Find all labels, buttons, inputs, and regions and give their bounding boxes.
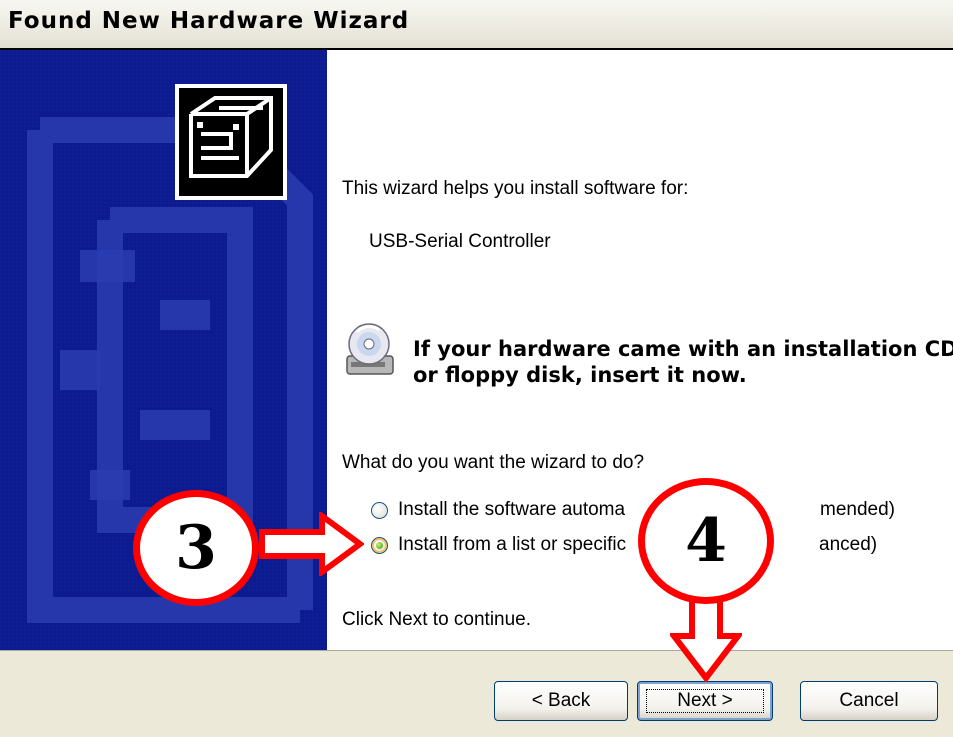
cancel-button[interactable]: Cancel	[800, 681, 938, 721]
option-install-automatically-label: Install the software automa	[398, 499, 626, 520]
device-name: USB-Serial Controller	[369, 231, 551, 252]
step-3-arrow-icon	[259, 512, 364, 576]
wizard-content: This wizard helps you install software f…	[327, 50, 953, 650]
option-install-from-list-label: Install from a list or specific	[398, 534, 627, 555]
wizard-question: What do you want the wizard to do?	[342, 452, 645, 473]
intro-text: This wizard helps you install software f…	[342, 178, 689, 199]
step-4-number: 4	[685, 506, 727, 576]
option-install-from-list-label-tail: anced)	[819, 534, 878, 555]
cd-note-line1: If your hardware came with an installati…	[413, 337, 953, 361]
window-title: Found New Hardware Wizard	[8, 8, 410, 34]
cd-note-line2: or floppy disk, insert it now.	[413, 363, 747, 387]
hardware-box-icon	[175, 84, 287, 200]
step-3-number: 3	[175, 513, 217, 583]
radio-install-automatically[interactable]	[371, 502, 388, 519]
title-bar[interactable]: Found New Hardware Wizard	[0, 0, 953, 50]
cd-note: If your hardware came with an installati…	[413, 336, 953, 388]
button-bar: < Back Next > Cancel	[0, 650, 953, 737]
next-button-label: Next >	[677, 690, 733, 711]
step-4-callout: 4	[638, 478, 774, 604]
next-button[interactable]: Next >	[637, 681, 773, 721]
radio-install-from-list[interactable]	[371, 537, 388, 554]
wizard-screenshot: Found New Hardware Wizard This wizard he…	[0, 0, 953, 737]
back-button[interactable]: < Back	[494, 681, 628, 721]
option-install-automatically-label-tail: mended)	[820, 499, 895, 520]
cd-drive-icon	[346, 323, 394, 375]
step-3-callout: 3	[133, 490, 259, 606]
continue-hint: Click Next to continue.	[342, 609, 532, 630]
radio-selected-dot	[376, 542, 383, 549]
